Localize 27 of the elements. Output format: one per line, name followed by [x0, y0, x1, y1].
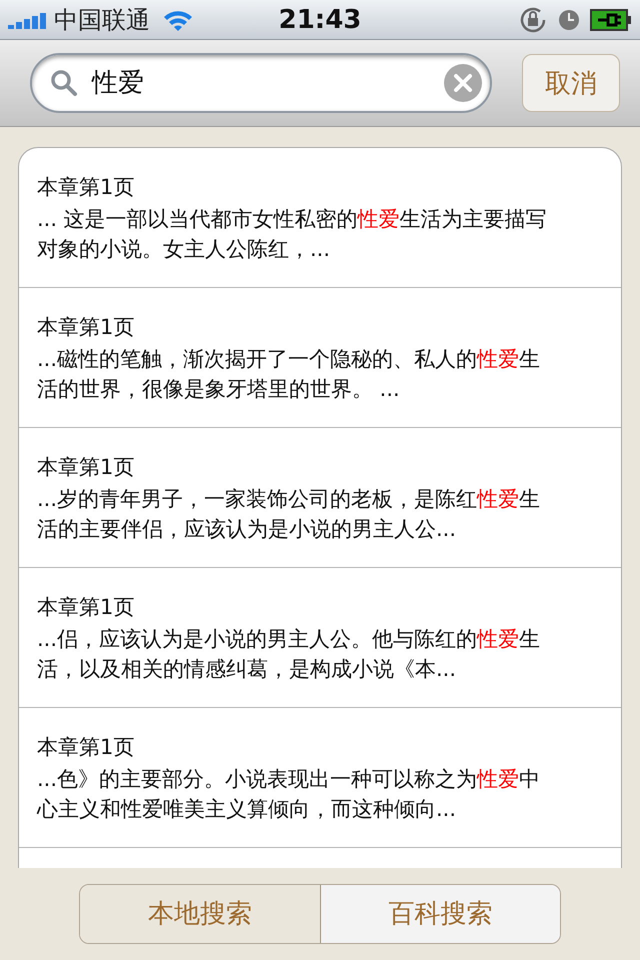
result-snippet: ...磁性的笔触，渐次揭开了一个隐秘的、私人的性爱生活的世界，很像是象牙塔里的世界。 ... [37, 346, 542, 403]
result-row[interactable]: 本章第1页 ...磁性的笔触，渐次揭开了一个隐秘的、私人的性爱生活的世界，很像是象牙塔里的世界。 ... [19, 288, 621, 428]
result-title: 本章第1页 [37, 174, 134, 201]
result-title: 本章第1页 [37, 734, 134, 761]
cancel-button[interactable]: 取消 [522, 54, 620, 112]
battery-icon [590, 8, 632, 30]
result-snippet: ...色》的主要部分。小说表现出一种可以称之为性爱中心主义和性爱唯美主义算倾向，而这种倾向... [37, 766, 542, 823]
carrier-name: 中国联通 [54, 4, 150, 36]
result-title: 本章第1页 [37, 594, 134, 621]
result-snippet: ...侣，应该认为是小说的男主人公。他与陈红的性爱生活，以及相关的情感纠葛，是构成小说《本... [37, 626, 542, 683]
clear-icon[interactable] [444, 64, 482, 102]
result-snippet: ... 这是一部以当代都市女性私密的性爱生活为主要描写对象的小说。女主人公陈红，... [37, 206, 547, 263]
result-row[interactable]: 本章第1页 ...色》的主要部分。小说表现出一种可以称之为性爱中心主义和性爱唯美主义算倾向，而这种倾向... [19, 708, 621, 848]
signal-icon [8, 10, 46, 28]
segment-tab[interactable]: 百科搜索 [320, 884, 560, 942]
rotation-lock-icon [518, 4, 548, 34]
search-field[interactable]: 性爱 [30, 53, 492, 113]
result-row[interactable]: 本章第1页 ... 这是一部以当代都市女性私密的性爱生活为主要描写对象的小说。女主人公陈红，... [19, 148, 621, 288]
result-snippet: ...岁的青年男子，一家装饰公司的老板，是陈红性爱生活的主要伴侣，应该认为是小说的男主人公... [37, 486, 542, 543]
result-title: 本章第1页 [37, 314, 134, 341]
search-icon [50, 69, 78, 97]
clock-time: 21:43 [278, 4, 362, 34]
search-query: 性爱 [92, 67, 145, 100]
result-row[interactable]: 本章第1页 ...侣，应该认为是小说的男主人公。他与陈红的性爱生活，以及相关的情感纠葛，是构成小说《本... [19, 568, 621, 708]
alarm-clock-icon [558, 8, 580, 30]
result-row[interactable]: 本章第1页 ...岁的青年男子，一家装饰公司的老板，是陈红性爱生活的主要伴侣，应该认为是小说的男主人公... [19, 428, 621, 568]
result-title: 本章第1页 [37, 454, 134, 481]
